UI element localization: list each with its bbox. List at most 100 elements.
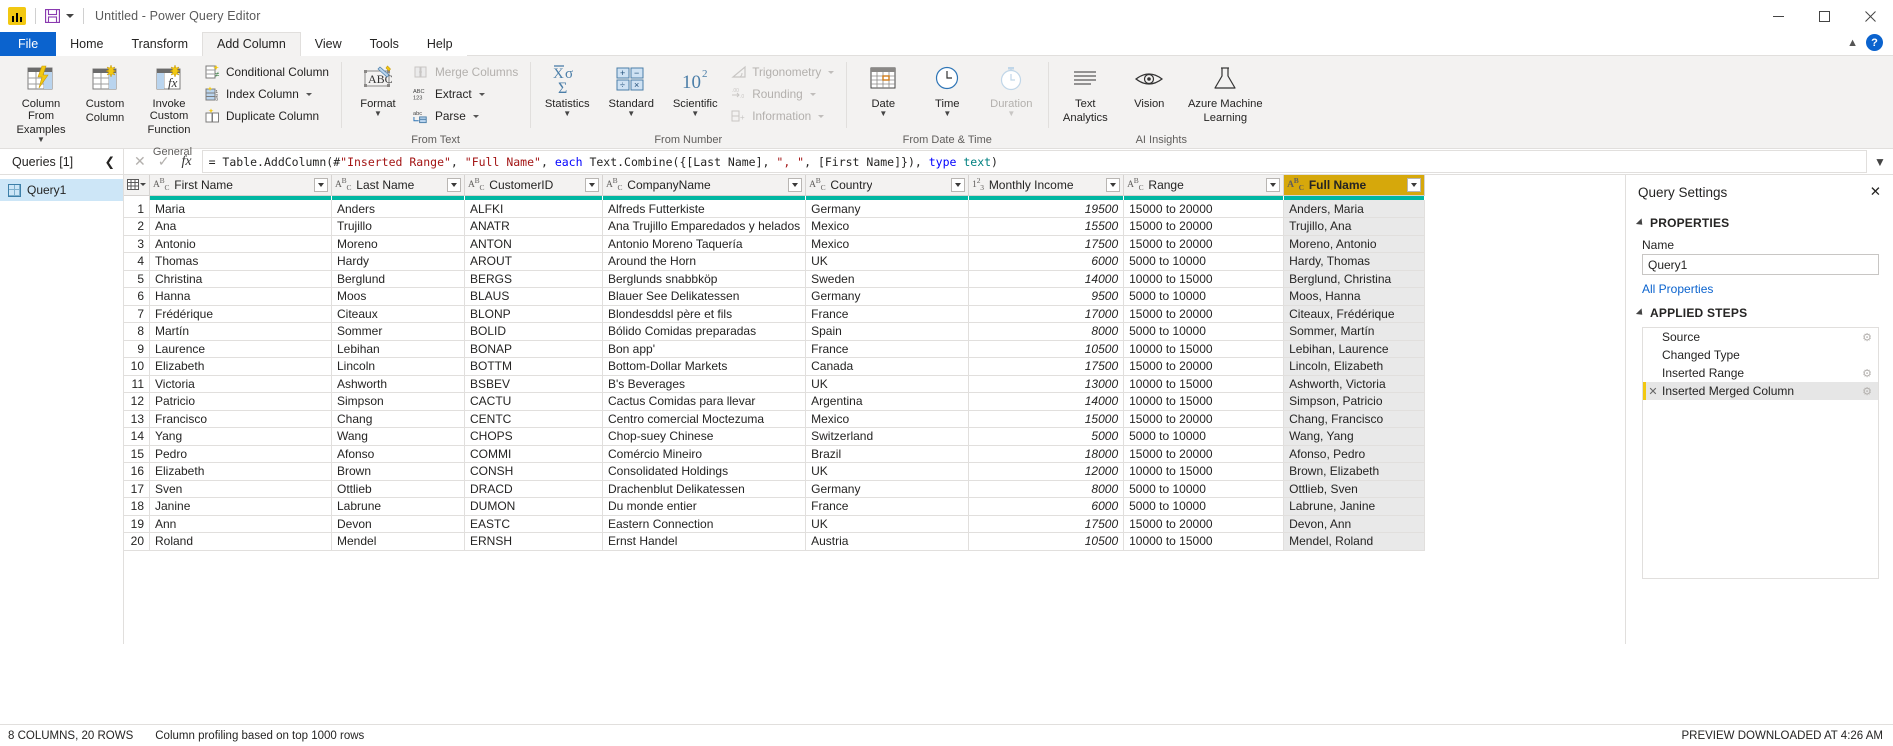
cell-customerid[interactable]: BSBEV [464,375,603,393]
applied-step-changed-type[interactable]: Changed Type [1643,346,1878,364]
parse-button[interactable]: abc Parse [411,105,524,127]
information-chevron-down-icon[interactable] [818,114,825,118]
table-row[interactable]: 9 Laurence Lebihan BONAP Bon app' France 10500… [124,340,1426,358]
cell-first-name[interactable]: Laurence [149,340,332,358]
applied-steps-section-header[interactable]: APPLIED STEPS [1626,296,1893,324]
column-header-range[interactable]: ABC Range [1123,175,1285,196]
column-filter-button[interactable] [447,177,461,192]
table-row[interactable]: 14 Yang Wang CHOPS Chop-suey Chinese Switzerl… [124,427,1426,446]
cell-range[interactable]: 15000 to 20000 [1123,217,1285,236]
cell-monthly-income[interactable]: 15000 [968,410,1125,428]
cell-first-name[interactable]: Yang [149,427,332,446]
cell-country[interactable]: Canada [805,357,970,376]
cell-range[interactable]: 5000 to 10000 [1123,252,1285,271]
cell-first-name[interactable]: Janine [149,497,332,516]
help-icon[interactable]: ? [1866,34,1883,51]
cell-monthly-income[interactable]: 15500 [968,217,1125,236]
cell-country[interactable]: France [805,340,970,358]
cell-first-name[interactable]: Christina [149,270,332,288]
status-profiling[interactable]: Column profiling based on top 1000 rows [155,730,364,742]
trigonometry-chevron-down-icon[interactable] [828,70,835,74]
cell-range[interactable]: 5000 to 10000 [1123,497,1285,516]
cell-range[interactable]: 15000 to 20000 [1123,357,1285,376]
cell-monthly-income[interactable]: 19500 [968,200,1125,218]
cell-last-name[interactable]: Simpson [331,392,465,411]
cell-range[interactable]: 10000 to 15000 [1123,375,1285,393]
cell-full-name[interactable]: Chang, Francisco [1283,410,1426,428]
statistics-chevron-down-icon[interactable]: ▼ [563,110,571,118]
index-column-button[interactable]: 123 Index Column [202,83,335,105]
table-row[interactable]: 16 Elizabeth Brown CONSH Consolidated Holdin… [124,462,1426,481]
tab-add-column[interactable]: Add Column [202,32,301,56]
cell-monthly-income[interactable]: 10500 [968,532,1125,551]
cell-monthly-income[interactable]: 6000 [968,497,1125,516]
cell-customerid[interactable]: CENTC [464,410,603,428]
cell-monthly-income[interactable]: 17000 [968,305,1125,323]
cell-companyname[interactable]: Ernst Handel [602,532,807,551]
scientific-button[interactable]: 10 2 Scientific ▼ [664,58,726,118]
cell-country[interactable]: Mexico [805,217,970,236]
cell-monthly-income[interactable]: 17500 [968,235,1125,253]
cell-monthly-income[interactable]: 12000 [968,462,1125,481]
cell-country[interactable]: Germany [805,200,970,218]
step-settings-gear-icon[interactable]: ⚙ [1862,367,1872,380]
column-filter-button[interactable] [788,177,803,192]
cell-range[interactable]: 15000 to 20000 [1123,200,1285,218]
cell-monthly-income[interactable]: 8000 [968,480,1125,498]
tab-help[interactable]: Help [413,32,467,56]
table-row[interactable]: 15 Pedro Afonso COMMI Comércio Mineiro Brazil… [124,445,1426,463]
cell-customerid[interactable]: CHOPS [464,427,603,446]
cell-range[interactable]: 15000 to 20000 [1123,515,1285,533]
cell-last-name[interactable]: Mendel [331,532,465,551]
cell-companyname[interactable]: Antonio Moreno Taquería [602,235,807,253]
time-button[interactable]: Time ▼ [916,58,978,118]
table-row[interactable]: 13 Francisco Chang CENTC Centro comercial Mo… [124,410,1426,428]
all-properties-link[interactable]: All Properties [1626,275,1893,296]
column-header-first-name[interactable]: ABC First Name [149,175,332,196]
trigonometry-button[interactable]: Trigonometry [728,61,840,83]
cell-customerid[interactable]: COMMI [464,445,603,463]
cell-full-name[interactable]: Lebihan, Laurence [1283,340,1426,358]
cell-country[interactable]: Germany [805,480,970,498]
cell-monthly-income[interactable]: 5000 [968,427,1125,446]
table-row[interactable]: 20 Roland Mendel ERNSH Ernst Handel Austria 10… [124,532,1426,551]
table-row[interactable]: 3 Antonio Moreno ANTON Antonio Moreno Taquer… [124,235,1426,253]
cell-first-name[interactable]: Antonio [149,235,332,253]
column-filter-button[interactable] [951,177,966,192]
cell-companyname[interactable]: Centro comercial Moctezuma [602,410,807,428]
cell-last-name[interactable]: Devon [331,515,465,533]
cell-range[interactable]: 10000 to 15000 [1123,462,1285,481]
cell-full-name[interactable]: Labrune, Janine [1283,497,1426,516]
cell-companyname[interactable]: Eastern Connection [602,515,807,533]
column-header-companyname[interactable]: ABC CompanyName [602,175,807,196]
cell-companyname[interactable]: Bon app' [602,340,807,358]
format-button[interactable]: ABC Format ▼ [347,58,409,118]
column-filter-button[interactable] [1266,177,1281,192]
statistics-button[interactable]: X σ Σ Statistics ▼ [536,58,598,118]
cell-last-name[interactable]: Wang [331,427,465,446]
cell-last-name[interactable]: Lincoln [331,357,465,376]
cell-range[interactable]: 10000 to 15000 [1123,532,1285,551]
cell-country[interactable]: Switzerland [805,427,970,446]
scientific-chevron-down-icon[interactable]: ▼ [691,110,699,118]
cell-full-name[interactable]: Devon, Ann [1283,515,1426,533]
cell-monthly-income[interactable]: 9500 [968,287,1125,306]
standard-chevron-down-icon[interactable]: ▼ [627,110,635,118]
tab-transform[interactable]: Transform [118,32,203,56]
step-settings-gear-icon[interactable]: ⚙ [1862,385,1872,398]
cell-companyname[interactable]: Du monde entier [602,497,807,516]
column-header-last-name[interactable]: ABC Last Name [331,175,465,196]
cell-country[interactable]: Argentina [805,392,970,411]
cell-country[interactable]: UK [805,515,970,533]
cell-customerid[interactable]: BLAUS [464,287,603,306]
index-column-chevron-down-icon[interactable] [305,92,312,96]
collapse-ribbon-chevron-up-icon[interactable]: ▲ [1847,37,1858,49]
cell-customerid[interactable]: ANATR [464,217,603,236]
cell-full-name[interactable]: Lincoln, Elizabeth [1283,357,1426,376]
cell-full-name[interactable]: Afonso, Pedro [1283,445,1426,463]
column-header-country[interactable]: ABC Country [805,175,970,196]
table-row[interactable]: 2 Ana Trujillo ANATR Ana Trujillo Emparedado… [124,217,1426,236]
cell-first-name[interactable]: Elizabeth [149,462,332,481]
query-list-item-query1[interactable]: Query1 [0,179,123,201]
cell-first-name[interactable]: Ann [149,515,332,533]
